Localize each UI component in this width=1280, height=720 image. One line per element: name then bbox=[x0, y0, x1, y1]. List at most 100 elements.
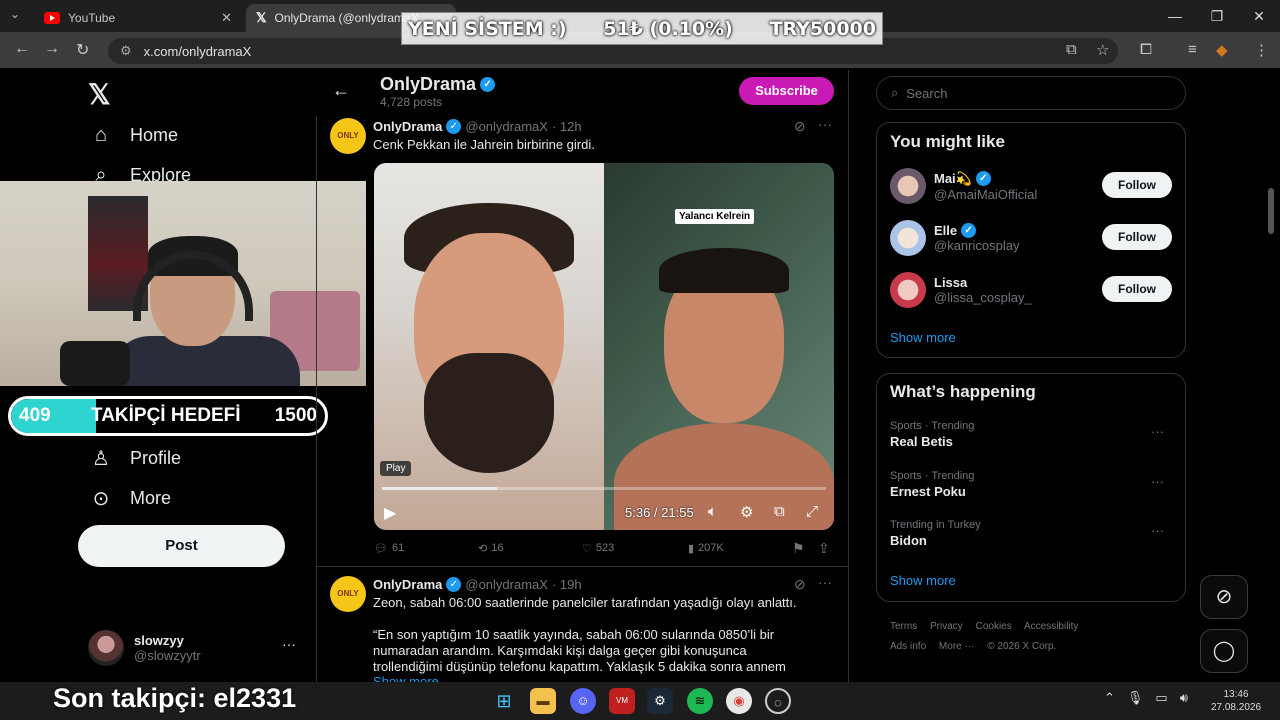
reload-icon[interactable]: ↻ bbox=[76, 40, 89, 60]
sidebar-item-profile[interactable]: ♙ Profile bbox=[88, 446, 181, 471]
chevron-up-icon[interactable]: ⌃ bbox=[1104, 690, 1115, 706]
pip-icon[interactable]: ⧉ bbox=[774, 503, 785, 520]
file-explorer-icon[interactable]: ▬ bbox=[530, 688, 556, 714]
tweet-avatar[interactable]: ONLY bbox=[330, 576, 366, 612]
share-icon[interactable]: ⇪ bbox=[818, 540, 830, 557]
tweet-author[interactable]: OnlyDrama bbox=[373, 119, 442, 134]
close-icon[interactable]: ✕ bbox=[221, 10, 232, 26]
close-window-icon[interactable]: ✕ bbox=[1238, 0, 1280, 32]
extensions-icon[interactable]: ⧠ bbox=[1140, 41, 1152, 58]
speaker-icon[interactable]: 🔊︎ bbox=[1180, 690, 1188, 706]
page-scrollbar[interactable] bbox=[1268, 188, 1274, 234]
follow-button[interactable]: Follow bbox=[1102, 276, 1172, 302]
views-icon[interactable]: ▮ bbox=[688, 542, 694, 555]
taskbar-clock[interactable]: 13:46 27.08.2026 bbox=[1208, 688, 1264, 714]
network-icon[interactable]: ▭ bbox=[1155, 690, 1167, 706]
more-dots-icon[interactable]: ··· bbox=[1151, 424, 1164, 439]
grok-icon[interactable]: ⊘ bbox=[794, 118, 806, 135]
show-more-link[interactable]: Show more bbox=[890, 330, 956, 345]
post-button[interactable]: Post bbox=[78, 525, 285, 567]
obs-icon[interactable]: ◌ bbox=[765, 688, 791, 714]
subscribe-button[interactable]: Subscribe bbox=[739, 77, 834, 105]
play-tooltip: Play bbox=[380, 461, 412, 476]
voicemeeter-icon[interactable]: VM bbox=[609, 688, 635, 714]
more-dots-icon[interactable]: ··· bbox=[818, 116, 832, 132]
messages-button[interactable]: ◯ bbox=[1200, 629, 1248, 673]
trend-item[interactable]: Sports · Trending Ernest Poku ··· bbox=[890, 470, 1172, 499]
tweet-handle[interactable]: @onlydramaX bbox=[465, 577, 548, 592]
settings-gear-icon[interactable]: ⚙ bbox=[740, 503, 753, 521]
grok-button[interactable]: ⊘ bbox=[1200, 575, 1248, 619]
suggested-user[interactable]: Mai💫 ✓ @AmaiMaiOfficial Follow bbox=[890, 166, 1172, 206]
back-icon[interactable]: ← bbox=[14, 40, 30, 58]
follow-button[interactable]: Follow bbox=[1102, 172, 1172, 198]
footer-link[interactable]: More ··· bbox=[939, 641, 975, 652]
profile-avatar-icon[interactable]: ◆ bbox=[1216, 41, 1228, 59]
spotify-icon[interactable]: ≋ bbox=[687, 688, 713, 714]
trend-item[interactable]: Sports · Trending Real Betis ··· bbox=[890, 420, 1172, 449]
tweet-avatar[interactable]: ONLY bbox=[330, 118, 366, 154]
back-arrow-icon[interactable]: ← bbox=[332, 80, 350, 101]
volume-icon[interactable]: 🔈︎ bbox=[708, 503, 717, 520]
tweet-handle[interactable]: @onlydramaX bbox=[465, 119, 548, 134]
restore-icon[interactable]: ❐ bbox=[1196, 0, 1238, 32]
sidebar-item-home[interactable]: ⌂ Home bbox=[88, 124, 178, 147]
bookmark-icon[interactable]: ⚑ bbox=[792, 540, 805, 557]
suggested-user[interactable]: Lissa @lissa_cosplay_ Follow bbox=[890, 270, 1172, 310]
forward-icon[interactable]: → bbox=[44, 40, 60, 58]
media-control-icon[interactable]: ≡ bbox=[1188, 41, 1197, 58]
footer-link[interactable]: Terms bbox=[890, 621, 917, 632]
tab-youtube[interactable]: YouTube ✕ bbox=[34, 4, 240, 32]
more-dots-icon[interactable]: ··· bbox=[1151, 474, 1164, 489]
x-logo-icon[interactable]: 𝕏 bbox=[88, 78, 111, 111]
install-icon[interactable]: ⧉ bbox=[1066, 41, 1077, 58]
sidebar-item-label: More bbox=[130, 488, 172, 508]
grok-icon[interactable]: ⊘ bbox=[794, 576, 806, 593]
microphone-icon[interactable]: 🎙︎ bbox=[1127, 690, 1144, 706]
clock-time: 13:46 bbox=[1223, 689, 1249, 700]
footer-link[interactable]: Accessibility bbox=[1024, 621, 1078, 632]
footer-link[interactable]: Privacy bbox=[930, 621, 963, 632]
tweet-time[interactable]: · 12h bbox=[552, 119, 582, 134]
trend-item[interactable]: Trending in Turkey Bidon ··· bbox=[890, 519, 1172, 548]
repost-icon[interactable]: ⟲ bbox=[478, 542, 487, 555]
site-info-icon[interactable]: ⚙ bbox=[120, 43, 132, 59]
tab-search-icon[interactable]: ⌄ bbox=[10, 7, 20, 21]
chrome-icon[interactable]: ◉ bbox=[726, 688, 752, 714]
window-controls: — ❐ ✕ bbox=[1154, 0, 1280, 32]
user-name: Lissa bbox=[934, 275, 968, 290]
fullscreen-icon[interactable]: ⤢ bbox=[806, 503, 818, 520]
search-icon: ⌕ bbox=[891, 85, 899, 100]
tweet-time[interactable]: · 19h bbox=[552, 577, 582, 592]
footer-link[interactable]: Cookies bbox=[976, 621, 1012, 632]
youtube-icon bbox=[44, 12, 60, 24]
bookmark-star-icon[interactable]: ☆ bbox=[1096, 41, 1109, 59]
minimize-icon[interactable]: — bbox=[1154, 0, 1196, 32]
profile-name-text: OnlyDrama bbox=[380, 74, 477, 94]
tweet-quote-line: “En son yaptığım 10 saatlik yayında, sab… bbox=[373, 627, 775, 642]
play-icon[interactable]: ▶ bbox=[384, 503, 396, 523]
user-handle: @kanricosplay bbox=[934, 238, 1020, 253]
tweet-video[interactable]: Yalancı Kelrein Play ▶ 5:36 / 21:55 🔈︎ ⚙… bbox=[374, 163, 834, 530]
tab-title: OnlyDrama (@onlydramaX bbox=[274, 11, 419, 25]
sidebar-item-more[interactable]: ⊙ More bbox=[88, 486, 171, 511]
tweet-author[interactable]: OnlyDrama bbox=[373, 577, 442, 592]
discord-icon[interactable]: ☺ bbox=[570, 688, 596, 714]
follow-button[interactable]: Follow bbox=[1102, 224, 1172, 250]
steam-icon[interactable]: ⚙ bbox=[647, 688, 673, 714]
footer-link[interactable]: Ads info bbox=[890, 641, 926, 652]
more-dots-icon[interactable]: ··· bbox=[282, 636, 296, 652]
show-more-link[interactable]: Show more bbox=[373, 674, 439, 682]
avatar bbox=[890, 220, 926, 256]
like-icon[interactable]: ♡ bbox=[582, 542, 592, 555]
video-progress-bar[interactable] bbox=[382, 487, 826, 490]
reply-icon[interactable]: 💬︎ bbox=[374, 542, 388, 555]
show-more-link[interactable]: Show more bbox=[890, 573, 956, 588]
suggested-user[interactable]: Elle ✓ @kanricosplay Follow bbox=[890, 218, 1172, 258]
account-switcher[interactable]: slowzyy @slowzyytr ··· bbox=[88, 628, 300, 668]
windows-start-icon[interactable]: ⊞ bbox=[491, 688, 517, 714]
search-input[interactable]: ⌕ Search bbox=[876, 76, 1186, 110]
more-dots-icon[interactable]: ··· bbox=[818, 574, 832, 590]
more-dots-icon[interactable]: ··· bbox=[1151, 523, 1164, 538]
menu-icon[interactable]: ⋮ bbox=[1254, 41, 1269, 59]
